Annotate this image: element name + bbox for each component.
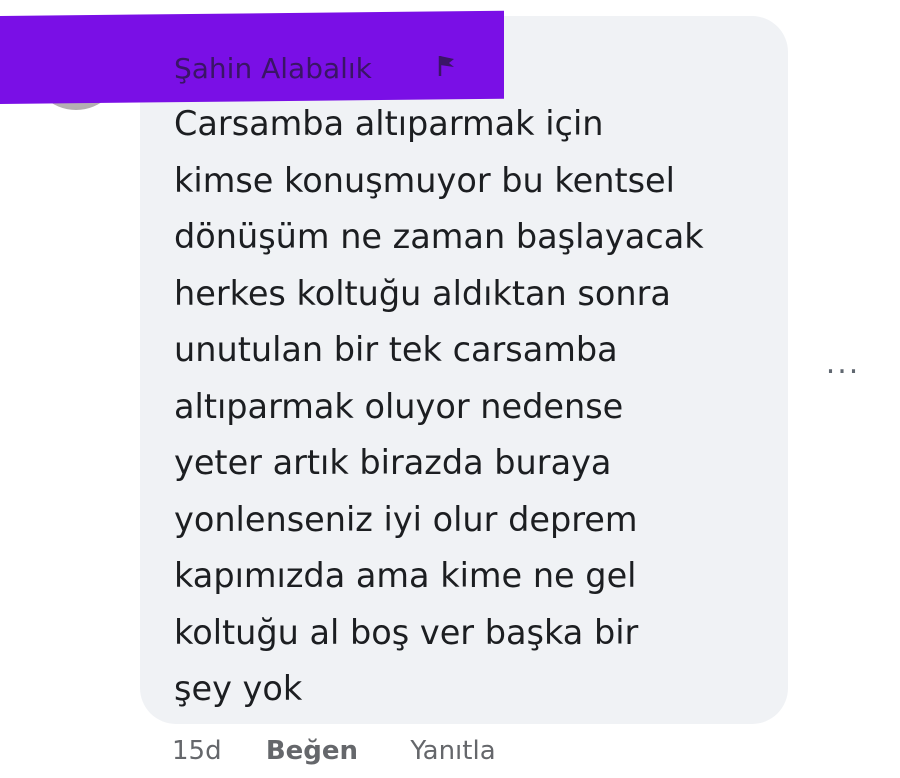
comment-text-line: herkes koltuğu aldıktan sonra	[174, 273, 671, 313]
comment-text-line: şey yok	[174, 669, 303, 708]
comment-text-line: Carsamba altıparmak için	[174, 104, 604, 143]
comment-text-line: altıparmak oluyor nedense	[174, 386, 624, 426]
comment-text-line: dönüşüm ne zaman başlayacak	[174, 217, 704, 256]
flag-icon	[438, 56, 454, 76]
comment-text-line: unutulan bir tek carsamba	[174, 330, 618, 369]
comment-text-line: yeter artık birazda buraya	[174, 443, 612, 482]
comment-text-line: koltuğu al boş ver başka bir	[174, 612, 639, 652]
reply-button[interactable]: Yanıtla	[410, 736, 495, 766]
comment-text-line: kapımızda ama kime ne gel	[174, 556, 637, 595]
comment-text: Carsamba altıparmak için kimse konuşmuyo…	[174, 96, 774, 718]
more-options-button[interactable]: ...	[818, 344, 868, 384]
comment-text-line: kimse konuşmuyor bu kentsel	[174, 160, 675, 200]
like-button[interactable]: Beğen	[266, 736, 358, 766]
comment-text-line: yonlenseniz iyi olur deprem	[174, 499, 638, 539]
comment-actions: 15d Beğen Yanıtla	[172, 736, 496, 766]
comment-author-name[interactable]: Şahin Alabalık	[174, 52, 372, 85]
comment-timestamp[interactable]: 15d	[172, 736, 222, 766]
